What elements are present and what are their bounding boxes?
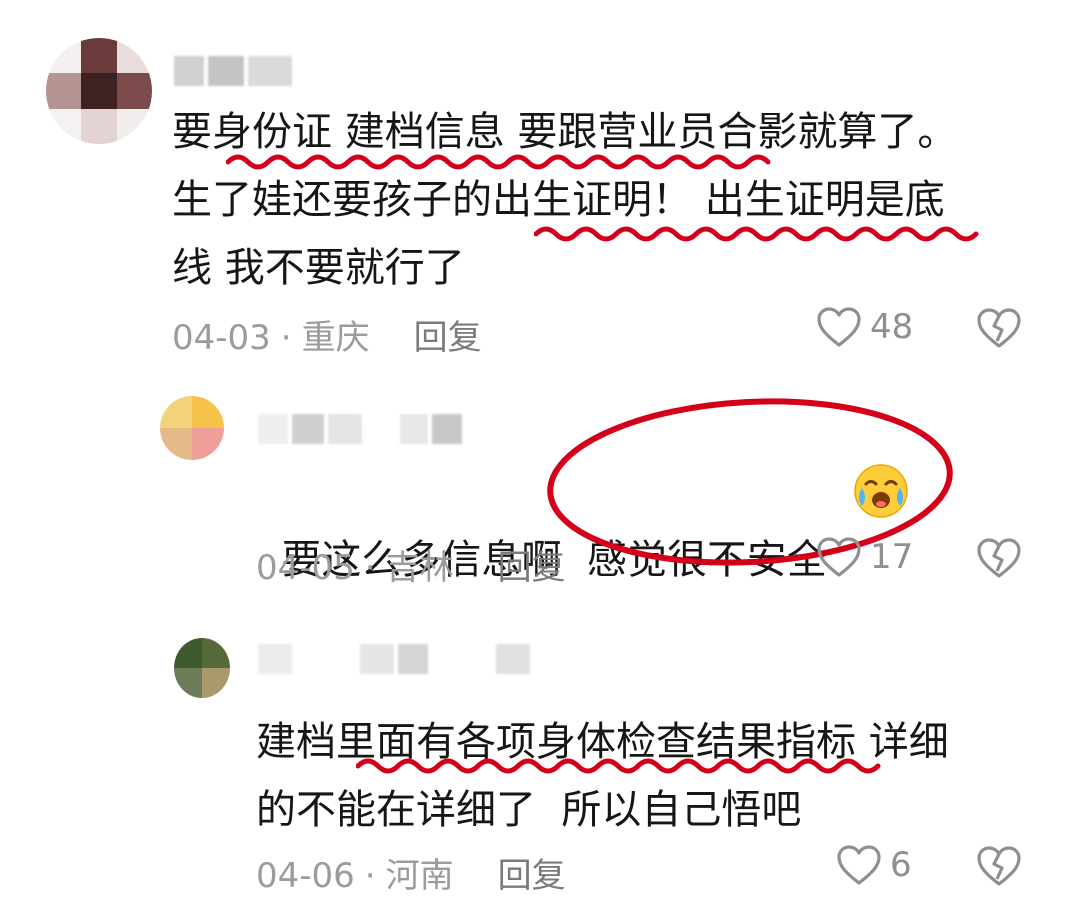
comment-location: 吉林 <box>385 548 454 588</box>
reply-button[interactable]: 回复 <box>498 856 566 896</box>
comment-location: 重庆 <box>301 318 370 358</box>
broken-heart-icon[interactable] <box>976 845 1022 887</box>
avatar[interactable] <box>174 638 230 698</box>
comment-meta: 04-03 · 重庆 回复 <box>172 310 482 359</box>
meta-separator: · <box>364 856 376 896</box>
comment-date: 04-05 <box>256 548 355 588</box>
username-blurred[interactable] <box>258 414 462 444</box>
red-underline-annotation <box>226 154 771 170</box>
username-blurred[interactable] <box>174 56 292 86</box>
comment-location: 河南 <box>385 856 454 896</box>
heart-outline-icon[interactable] <box>836 844 882 886</box>
like-button[interactable]: 17 <box>816 536 913 578</box>
comment-meta: 04-05 · 吉林 回复 <box>256 540 566 589</box>
comment-date: 04-03 <box>172 318 271 358</box>
avatar[interactable] <box>46 38 152 144</box>
like-button[interactable]: 6 <box>836 844 912 886</box>
heart-outline-icon[interactable] <box>816 536 862 578</box>
red-underline-annotation <box>534 226 979 242</box>
comment-text: 要身份证 建档信息 要跟营业员合影就算了。 生了娃还要孩子的出生证明！ 出生证明… <box>172 109 958 291</box>
reply-button[interactable]: 回复 <box>498 548 566 588</box>
like-count: 6 <box>890 845 912 885</box>
broken-heart-icon[interactable] <box>976 307 1022 349</box>
like-button[interactable]: 48 <box>816 306 913 348</box>
like-count: 17 <box>870 537 914 577</box>
comment-meta: 04-06 · 河南 回复 <box>256 848 566 897</box>
meta-separator: · <box>364 548 376 588</box>
like-count: 48 <box>870 307 914 347</box>
heart-outline-icon[interactable] <box>816 306 862 348</box>
avatar[interactable] <box>160 396 224 460</box>
reply-button[interactable]: 回复 <box>414 318 482 358</box>
comment-date: 04-06 <box>256 856 355 896</box>
red-underline-annotation <box>356 758 881 774</box>
meta-separator: · <box>280 318 292 358</box>
username-blurred[interactable] <box>258 644 530 674</box>
broken-heart-icon[interactable] <box>976 537 1022 579</box>
